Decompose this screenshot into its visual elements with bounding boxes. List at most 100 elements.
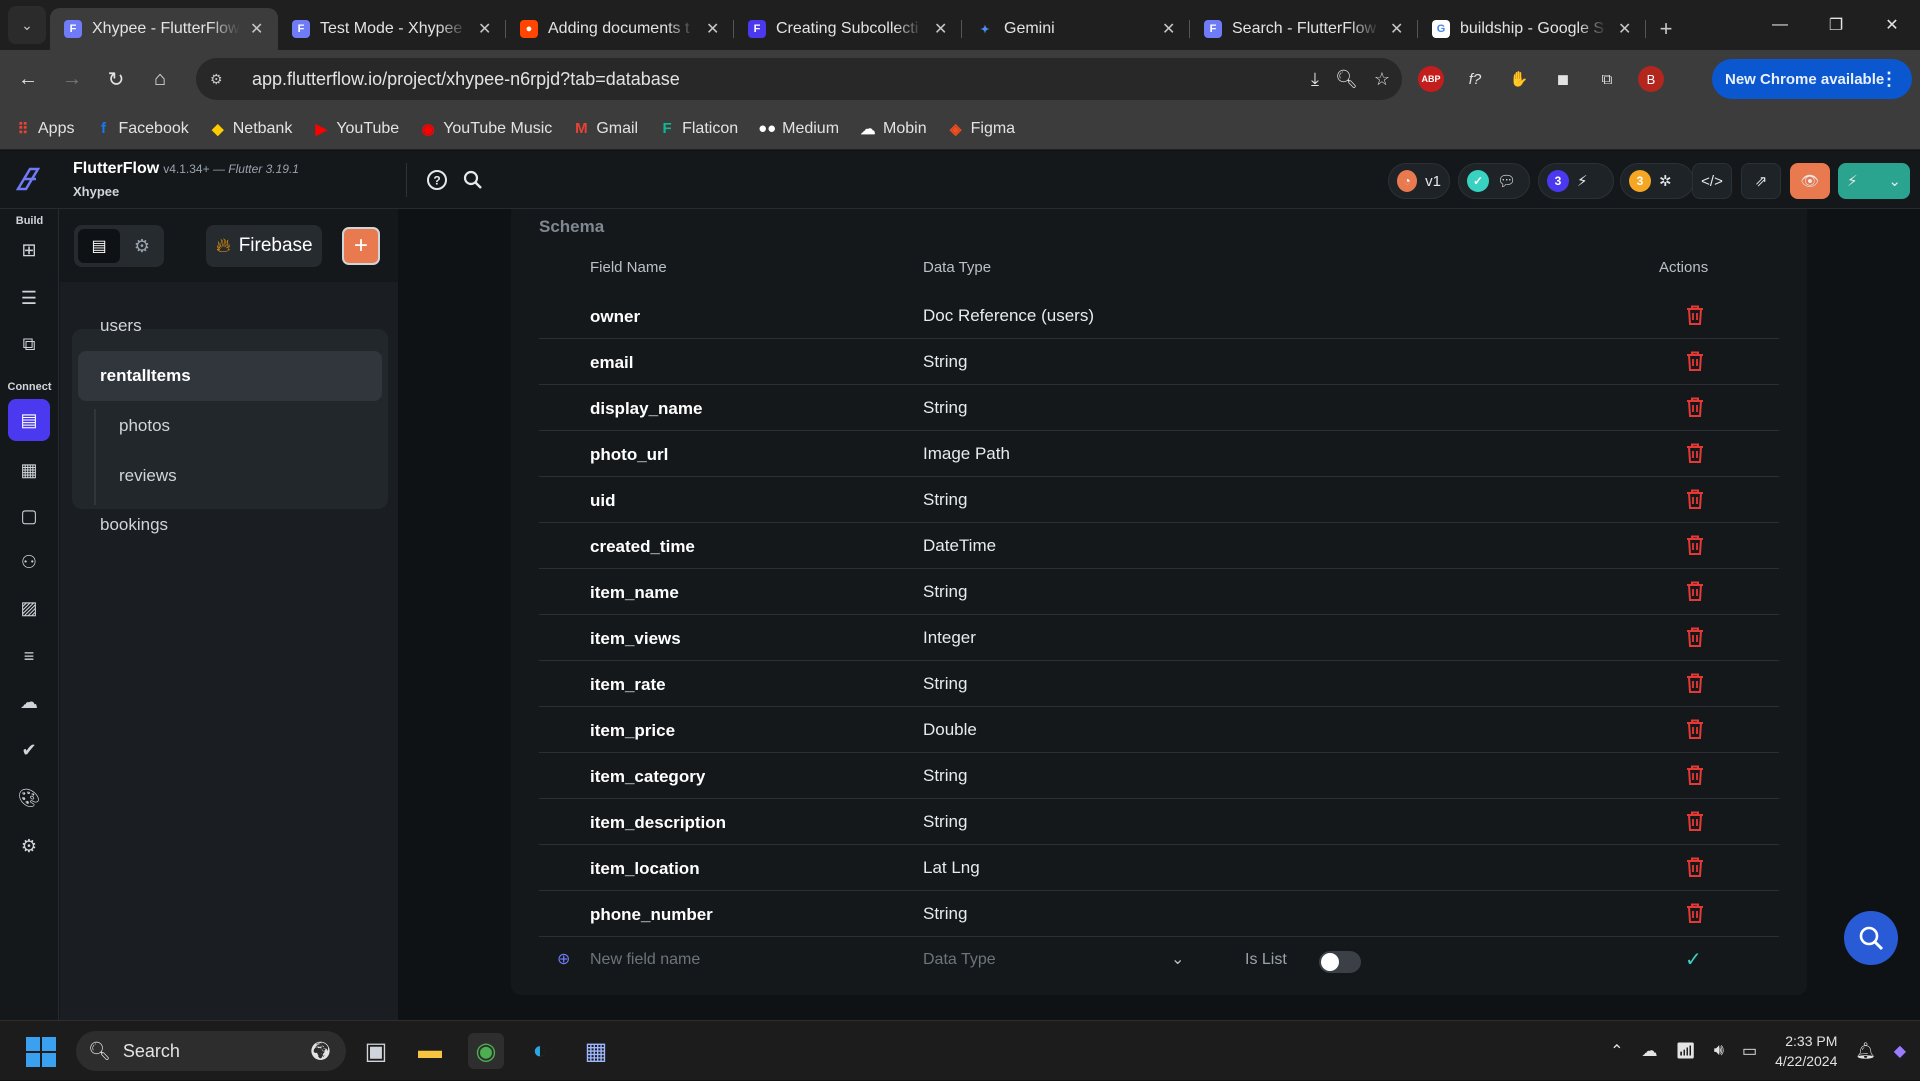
help-icon[interactable]: ?: [426, 169, 448, 191]
dark-extension-icon[interactable]: ◼: [1550, 66, 1576, 92]
back-button[interactable]: ←: [8, 59, 48, 99]
browser-tab[interactable]: F Test Mode - Xhypee ✕: [278, 8, 506, 50]
browser-tab[interactable]: ✦ Gemini ✕: [962, 8, 1190, 50]
close-icon[interactable]: ✕: [250, 19, 264, 39]
copilot-icon[interactable]: ◆: [1894, 1041, 1906, 1061]
debug-pill[interactable]: 3 ✲: [1620, 163, 1694, 199]
data-type-dropdown[interactable]: Data Type: [923, 951, 996, 969]
browser-tab[interactable]: F Search - FlutterFlow ✕: [1190, 8, 1418, 50]
lightning-pill[interactable]: 3 ⚡︎: [1538, 163, 1614, 199]
widget-tree-icon[interactable]: ⊞: [14, 235, 44, 265]
integrations-icon[interactable]: ⚇: [14, 547, 44, 577]
settings-gear-icon[interactable]: ⚙: [14, 831, 44, 861]
field-data-type[interactable]: String: [923, 582, 967, 602]
field-name[interactable]: item_rate: [590, 675, 666, 695]
bookmark-star-icon[interactable]: ☆: [1374, 69, 1390, 90]
extensions-puzzle-icon[interactable]: ⧉: [1594, 66, 1620, 92]
open-external-button[interactable]: ⇗: [1741, 163, 1781, 199]
edge-icon[interactable]: ◐: [522, 1033, 558, 1069]
collection-item[interactable]: photos: [119, 416, 170, 436]
new-chrome-available-button[interactable]: New Chrome available ⋮: [1712, 59, 1912, 99]
bookmark-item[interactable]: F Flaticon: [658, 120, 739, 138]
help-search-fab[interactable]: [1844, 911, 1898, 965]
storyboard-icon[interactable]: ⧉: [14, 329, 44, 359]
delete-trash-icon[interactable]: [1683, 349, 1707, 373]
delete-trash-icon[interactable]: [1683, 717, 1707, 741]
bookmark-item[interactable]: ◉ YouTube Music: [419, 120, 553, 138]
collection-item[interactable]: bookings: [100, 515, 168, 535]
field-name[interactable]: uid: [590, 491, 616, 511]
clock[interactable]: 2:33 PM 4/22/2024: [1775, 1031, 1837, 1071]
field-data-type[interactable]: String: [923, 766, 967, 786]
version-pill[interactable]: ◔ v1: [1388, 163, 1450, 199]
field-name[interactable]: item_description: [590, 813, 726, 833]
url-text[interactable]: app.flutterflow.io/project/xhypee-n6rpjd…: [252, 69, 680, 90]
field-data-type[interactable]: Integer: [923, 628, 976, 648]
windows-start-icon[interactable]: [26, 1037, 56, 1067]
chrome-icon[interactable]: ◉: [468, 1033, 504, 1069]
bookmark-item[interactable]: M Gmail: [572, 120, 638, 138]
field-data-type[interactable]: String: [923, 674, 967, 694]
settings-gear-icon[interactable]: ⚙: [124, 229, 160, 263]
list-icon[interactable]: ☰: [14, 283, 44, 313]
close-icon[interactable]: ✕: [1390, 19, 1404, 39]
field-name[interactable]: item_location: [590, 859, 700, 879]
task-view-icon[interactable]: ▣: [358, 1033, 394, 1069]
close-window-button[interactable]: ✕: [1864, 0, 1920, 50]
bookmark-item[interactable]: ▶ YouTube: [312, 120, 400, 138]
zoom-icon[interactable]: 🔍︎: [1335, 69, 1358, 90]
wifi-icon[interactable]: 📶︎: [1676, 1041, 1696, 1061]
home-button[interactable]: ⌂: [140, 59, 180, 99]
hand-extension-icon[interactable]: ✋: [1506, 66, 1532, 92]
tests-icon[interactable]: ✔: [14, 735, 44, 765]
firestore-icon[interactable]: ▤: [8, 399, 50, 441]
field-name[interactable]: phone_number: [590, 905, 713, 925]
onedrive-cloud-icon[interactable]: ☁: [1642, 1041, 1658, 1061]
browser-tab[interactable]: ● Adding documents t ✕: [506, 8, 734, 50]
close-icon[interactable]: ✕: [1618, 19, 1632, 39]
bookmark-item[interactable]: ◈ Figma: [947, 120, 1015, 138]
chevron-up-icon[interactable]: ⌃: [1610, 1041, 1623, 1061]
field-name[interactable]: photo_url: [590, 445, 668, 465]
field-name[interactable]: email: [590, 353, 633, 373]
volume-icon[interactable]: 🔊︎: [1714, 1042, 1724, 1060]
bookmark-item[interactable]: ☁ Mobin: [859, 120, 927, 138]
field-data-type[interactable]: String: [923, 904, 967, 924]
bookmark-item[interactable]: ⠿ Apps: [14, 120, 75, 138]
collab-pill[interactable]: ✓ 💬︎: [1458, 163, 1530, 199]
custom-code-icon[interactable]: ≡: [14, 641, 44, 671]
field-data-type[interactable]: String: [923, 352, 967, 372]
field-name[interactable]: item_name: [590, 583, 679, 603]
run-button[interactable]: ⚡︎ ⌄: [1838, 163, 1910, 199]
browser-tab[interactable]: Gbuildship - Google S ✕: [1418, 8, 1646, 50]
delete-trash-icon[interactable]: [1683, 901, 1707, 925]
field-name[interactable]: item_views: [590, 629, 681, 649]
search-icon[interactable]: [462, 169, 484, 191]
view-code-button[interactable]: </>: [1692, 163, 1732, 199]
delete-trash-icon[interactable]: [1683, 487, 1707, 511]
delete-trash-icon[interactable]: [1683, 625, 1707, 649]
close-icon[interactable]: ✕: [934, 19, 948, 39]
field-name[interactable]: created_time: [590, 537, 695, 557]
close-icon[interactable]: ✕: [1162, 19, 1176, 39]
field-data-type[interactable]: Image Path: [923, 444, 1010, 464]
taskbar-search-box[interactable]: 🔍︎ Search 🌍︎: [76, 1031, 346, 1071]
media-assets-icon[interactable]: ▨: [14, 593, 44, 623]
delete-trash-icon[interactable]: [1683, 809, 1707, 833]
preview-button[interactable]: 👁︎: [1790, 163, 1830, 199]
close-icon[interactable]: ✕: [706, 19, 720, 39]
tab-search-button[interactable]: ⌄: [8, 6, 46, 44]
field-data-type[interactable]: DateTime: [923, 536, 996, 556]
delete-trash-icon[interactable]: [1683, 395, 1707, 419]
delete-trash-icon[interactable]: [1683, 579, 1707, 603]
bookmark-item[interactable]: ●● Medium: [758, 120, 839, 138]
address-bar[interactable]: ⚙ app.flutterflow.io/project/xhypee-n6rp…: [196, 58, 1402, 100]
collection-item[interactable]: reviews: [119, 466, 177, 486]
browser-tab[interactable]: F Xhypee - FlutterFlow ✕: [50, 8, 278, 50]
delete-trash-icon[interactable]: [1683, 303, 1707, 327]
delete-trash-icon[interactable]: [1683, 671, 1707, 695]
field-data-type[interactable]: String: [923, 490, 967, 510]
close-icon[interactable]: ✕: [478, 19, 492, 39]
cloud-functions-icon[interactable]: ☁: [14, 687, 44, 717]
new-field-name-input[interactable]: New field name: [590, 951, 700, 969]
